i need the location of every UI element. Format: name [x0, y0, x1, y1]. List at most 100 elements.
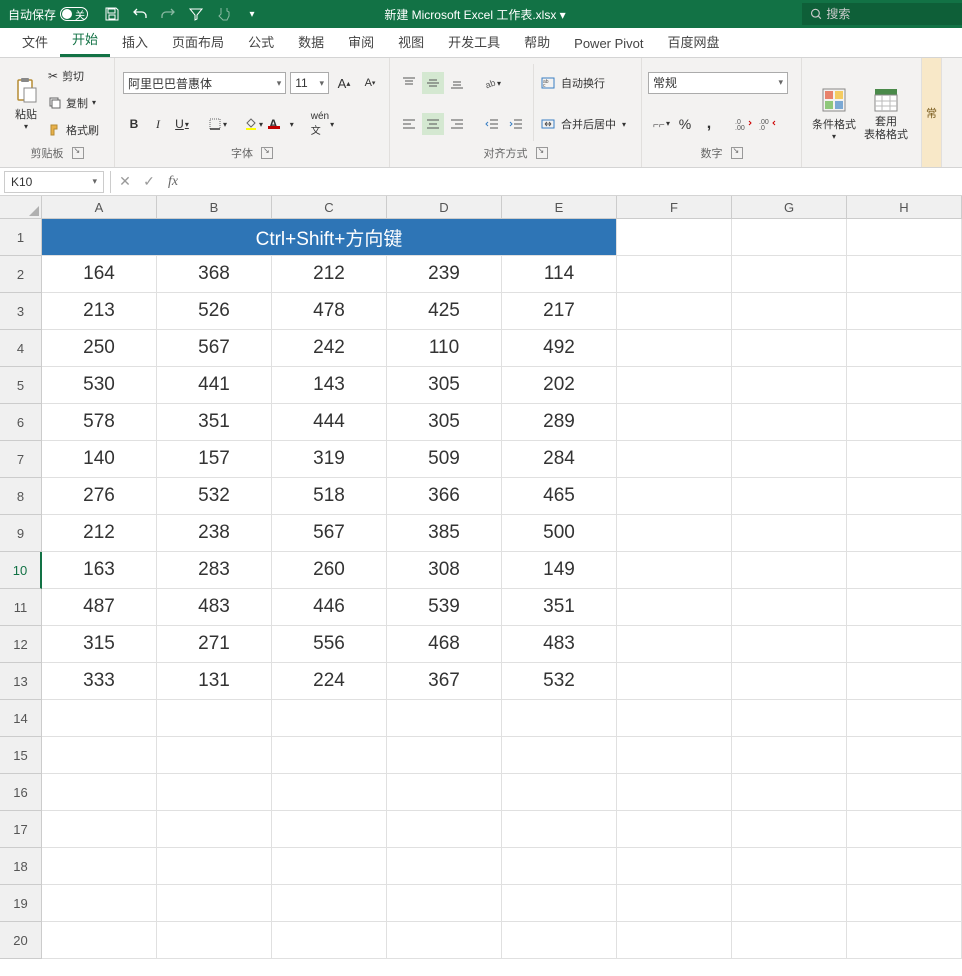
cell[interactable]: 271: [157, 626, 272, 663]
cell[interactable]: [847, 441, 962, 478]
cell[interactable]: [847, 552, 962, 589]
cell[interactable]: [617, 663, 732, 700]
cell[interactable]: [847, 774, 962, 811]
cell[interactable]: [617, 552, 732, 589]
cell[interactable]: 483: [157, 589, 272, 626]
insert-function-button[interactable]: fx: [161, 171, 185, 193]
cell[interactable]: 164: [42, 256, 157, 293]
cell[interactable]: 305: [387, 367, 502, 404]
cell[interactable]: [617, 219, 732, 256]
row-header-12[interactable]: 12: [0, 626, 42, 663]
cell[interactable]: [847, 737, 962, 774]
cell[interactable]: [617, 404, 732, 441]
cell[interactable]: [732, 922, 847, 959]
cell[interactable]: [387, 737, 502, 774]
cell[interactable]: [847, 478, 962, 515]
cell[interactable]: [732, 774, 847, 811]
name-box[interactable]: K10▾: [4, 171, 104, 193]
cell[interactable]: [847, 515, 962, 552]
fill-color-button[interactable]: ▾: [242, 113, 265, 135]
alignment-dialog-launcher[interactable]: [536, 147, 548, 159]
cell[interactable]: [42, 922, 157, 959]
cell[interactable]: [42, 885, 157, 922]
cell[interactable]: 239: [387, 256, 502, 293]
cell[interactable]: 212: [272, 256, 387, 293]
cell[interactable]: 487: [42, 589, 157, 626]
cell[interactable]: [732, 811, 847, 848]
row-header-20[interactable]: 20: [0, 922, 42, 959]
cell[interactable]: 212: [42, 515, 157, 552]
increase-font-button[interactable]: A▴: [333, 72, 355, 94]
cell[interactable]: [732, 589, 847, 626]
cell[interactable]: [732, 885, 847, 922]
cell[interactable]: 578: [42, 404, 157, 441]
cell[interactable]: [42, 848, 157, 885]
cell[interactable]: [157, 774, 272, 811]
cell[interactable]: 217: [502, 293, 617, 330]
cell[interactable]: [272, 922, 387, 959]
phonetic-button[interactable]: wén文▾: [309, 113, 336, 135]
increase-decimal-button[interactable]: .0.00: [733, 113, 755, 135]
align-top-button[interactable]: [398, 72, 420, 94]
cell[interactable]: 351: [502, 589, 617, 626]
col-header-C[interactable]: C: [272, 196, 387, 219]
row-header-17[interactable]: 17: [0, 811, 42, 848]
cell[interactable]: 163: [42, 552, 157, 589]
cells-area[interactable]: Ctrl+Shift+方向键16436821223911421352647842…: [42, 219, 962, 959]
cell[interactable]: [847, 293, 962, 330]
increase-indent-button[interactable]: [505, 113, 527, 135]
cell[interactable]: [732, 256, 847, 293]
cell[interactable]: [387, 848, 502, 885]
orientation-button[interactable]: ab▾: [481, 72, 503, 94]
align-bottom-button[interactable]: [446, 72, 468, 94]
formula-input[interactable]: [185, 171, 962, 193]
row-header-10[interactable]: 10: [0, 552, 42, 589]
row-header-19[interactable]: 19: [0, 885, 42, 922]
cell[interactable]: 492: [502, 330, 617, 367]
cell[interactable]: [617, 848, 732, 885]
col-header-B[interactable]: B: [157, 196, 272, 219]
format-painter-button[interactable]: 格式刷: [46, 118, 101, 142]
cell[interactable]: [732, 737, 847, 774]
row-header-5[interactable]: 5: [0, 367, 42, 404]
cell[interactable]: [42, 700, 157, 737]
cell[interactable]: [502, 700, 617, 737]
cut-button[interactable]: ✂剪切: [46, 64, 101, 88]
select-all-button[interactable]: [0, 196, 42, 219]
italic-button[interactable]: I: [147, 113, 169, 135]
col-header-F[interactable]: F: [617, 196, 732, 219]
cell[interactable]: [272, 811, 387, 848]
row-header-15[interactable]: 15: [0, 737, 42, 774]
cell[interactable]: 532: [157, 478, 272, 515]
cell[interactable]: [732, 293, 847, 330]
cell[interactable]: 308: [387, 552, 502, 589]
cell[interactable]: 202: [502, 367, 617, 404]
copy-button[interactable]: 复制▾: [46, 91, 101, 115]
font-name-combo[interactable]: 阿里巴巴普惠体▾: [123, 72, 286, 94]
cell[interactable]: [617, 737, 732, 774]
cell[interactable]: [502, 885, 617, 922]
cell[interactable]: [617, 626, 732, 663]
row-header-8[interactable]: 8: [0, 478, 42, 515]
cell[interactable]: 213: [42, 293, 157, 330]
cell[interactable]: [847, 626, 962, 663]
cell[interactable]: [387, 774, 502, 811]
cell[interactable]: [617, 774, 732, 811]
cell[interactable]: 366: [387, 478, 502, 515]
cell[interactable]: 444: [272, 404, 387, 441]
cell[interactable]: [617, 367, 732, 404]
col-header-A[interactable]: A: [42, 196, 157, 219]
cell[interactable]: 276: [42, 478, 157, 515]
cell[interactable]: [157, 737, 272, 774]
row-header-1[interactable]: 1: [0, 219, 42, 256]
cell[interactable]: 567: [272, 515, 387, 552]
row-header-13[interactable]: 13: [0, 663, 42, 700]
search-input[interactable]: [826, 7, 954, 21]
cell[interactable]: [847, 589, 962, 626]
underline-button[interactable]: U▾: [171, 113, 193, 135]
tab-Power Pivot[interactable]: Power Pivot: [562, 30, 655, 57]
cell[interactable]: [617, 330, 732, 367]
row-header-16[interactable]: 16: [0, 774, 42, 811]
comma-button[interactable]: ,: [698, 113, 720, 135]
tab-公式[interactable]: 公式: [236, 26, 286, 57]
